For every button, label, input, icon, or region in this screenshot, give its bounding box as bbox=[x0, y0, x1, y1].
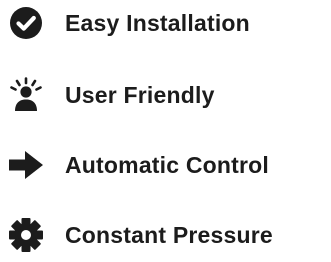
feature-item-user-friendly: User Friendly bbox=[0, 75, 331, 115]
arrow-right-icon bbox=[7, 146, 45, 184]
feature-item-constant-pressure: Constant Pressure bbox=[0, 215, 331, 255]
feature-label: Constant Pressure bbox=[65, 221, 273, 248]
feature-item-automatic-control: Automatic Control bbox=[0, 145, 331, 185]
feature-label: Easy Installation bbox=[65, 9, 250, 36]
feature-label: Automatic Control bbox=[65, 151, 269, 178]
feature-list: Easy Installation User Friendly Automati… bbox=[0, 0, 331, 262]
user-idea-icon bbox=[7, 76, 45, 114]
feature-label: User Friendly bbox=[65, 81, 215, 108]
feature-item-easy-installation: Easy Installation bbox=[0, 3, 331, 43]
check-circle-icon bbox=[7, 4, 45, 42]
gear-icon bbox=[7, 216, 45, 254]
